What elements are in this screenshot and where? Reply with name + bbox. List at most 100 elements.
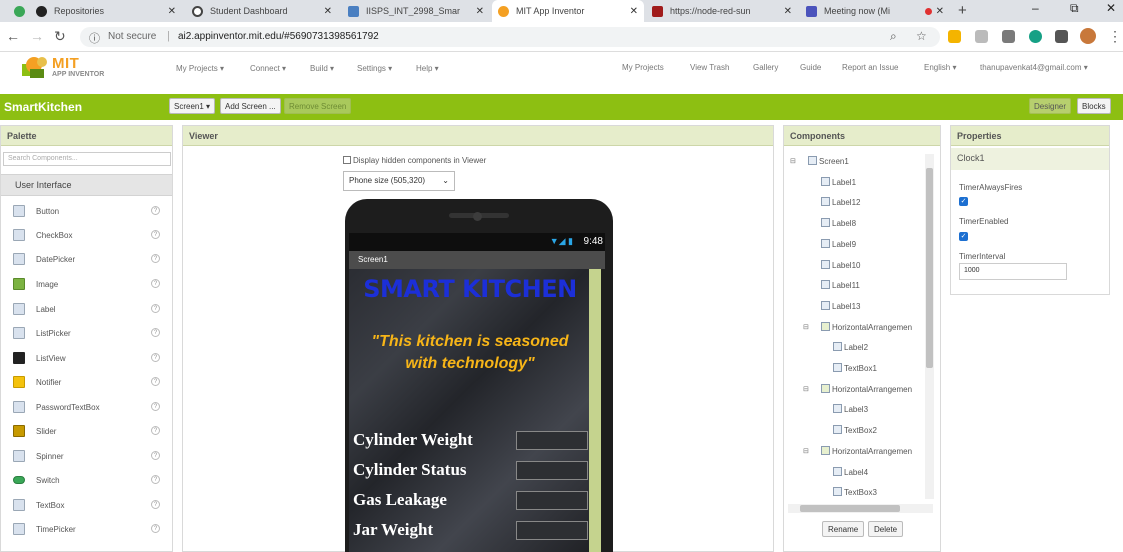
tab-mit-app-inventor[interactable]: MIT App Inventor ✕	[492, 0, 644, 22]
help-icon[interactable]: ?	[151, 328, 160, 337]
app-inventor-logo[interactable]	[20, 56, 50, 80]
timer-enabled-checkbox[interactable]: ✓	[959, 232, 968, 241]
browser-menu-icon[interactable]	[8, 0, 28, 22]
help-icon[interactable]: ?	[151, 451, 160, 460]
account-menu[interactable]: thanupavenkat4@gmail.com ▾	[980, 63, 1088, 72]
menu-settings[interactable]: Settings ▾	[357, 64, 392, 73]
tree-node[interactable]: TextBox2	[833, 425, 877, 439]
tree-node[interactable]: Label11	[821, 280, 860, 294]
help-icon[interactable]: ?	[151, 426, 160, 435]
info-icon[interactable]: ⓘ	[89, 30, 100, 46]
tab-repositories[interactable]: Repositories ✕	[30, 0, 182, 22]
tree-node[interactable]: Label2	[833, 342, 868, 356]
menu-help[interactable]: Help ▾	[416, 64, 439, 73]
close-icon[interactable]: ✕	[324, 6, 332, 17]
close-icon[interactable]: ✕	[936, 6, 944, 17]
url-text[interactable]: ai2.appinventor.mit.edu/#569073139856179…	[178, 31, 379, 42]
help-icon[interactable]: ?	[151, 206, 160, 215]
tree-node[interactable]: Label4	[833, 466, 868, 481]
tree-node[interactable]: Label1	[821, 176, 856, 191]
expand-toggle-icon[interactable]: ⊟	[803, 385, 809, 393]
extension-icon[interactable]	[948, 30, 961, 43]
tree-node[interactable]: Label13	[821, 300, 860, 315]
help-icon[interactable]: ?	[151, 254, 160, 263]
menu-my-projects[interactable]: My Projects ▾	[176, 64, 224, 73]
link-view-trash[interactable]: View Trash	[690, 63, 729, 72]
extension-icon[interactable]	[1002, 30, 1015, 43]
phone-size-select[interactable]: Phone size (505,320) ⌄	[343, 171, 455, 191]
help-icon[interactable]: ?	[151, 353, 160, 362]
category-user-interface[interactable]: User Interface	[1, 174, 172, 196]
slogan-label[interactable]: "This kitchen is seasoned with technolog…	[357, 331, 583, 375]
scroll-thumb[interactable]	[926, 168, 933, 368]
value-textbox[interactable]	[516, 461, 588, 480]
row-cylinder-status[interactable]: Cylinder Status	[353, 459, 589, 483]
menu-build[interactable]: Build ▾	[310, 64, 334, 73]
tree-node[interactable]: HorizontalArrangemen	[821, 445, 912, 460]
close-icon[interactable]: ✕	[784, 6, 792, 17]
value-textbox[interactable]	[516, 521, 588, 540]
tree-node[interactable]: Label3	[833, 404, 868, 418]
star-icon[interactable]: ☆	[916, 29, 927, 43]
close-icon[interactable]: ✕	[476, 6, 484, 17]
tree-node[interactable]: Label10	[821, 259, 860, 274]
close-icon[interactable]: ✕	[168, 6, 176, 17]
palette-item-textbox[interactable]: TextBox?	[1, 494, 172, 518]
tree-node[interactable]: Screen1	[808, 156, 849, 170]
close-window-button[interactable]: ✕	[1106, 1, 1116, 15]
help-icon[interactable]: ?	[151, 377, 160, 386]
link-gallery[interactable]: Gallery	[753, 63, 778, 72]
checkbox-icon[interactable]	[343, 156, 351, 164]
tree-node[interactable]: TextBox1	[833, 363, 877, 377]
tab-iisps[interactable]: IISPS_INT_2998_Smar ✕	[342, 0, 490, 22]
help-icon[interactable]: ?	[151, 304, 160, 313]
delete-button[interactable]: Delete	[868, 521, 904, 537]
scroll-thumb[interactable]	[800, 505, 900, 512]
extension-icon[interactable]	[1029, 30, 1042, 43]
tab-meeting[interactable]: Meeting now (Mi ✕	[800, 0, 950, 22]
tree-node[interactable]: TextBox3	[833, 487, 877, 498]
palette-item-datepicker[interactable]: DatePicker?	[1, 248, 172, 272]
new-tab-button[interactable]: +	[958, 2, 967, 19]
expand-toggle-icon[interactable]: ⊟	[803, 447, 809, 455]
help-icon[interactable]: ?	[151, 402, 160, 411]
extension-icon[interactable]	[975, 30, 988, 43]
link-guide[interactable]: Guide	[800, 63, 821, 72]
palette-item-spinner[interactable]: Spinner?	[1, 445, 172, 469]
palette-item-slider[interactable]: Slider?	[1, 420, 172, 444]
add-screen-button[interactable]: Add Screen ...	[220, 98, 281, 114]
tree-vertical-scrollbar[interactable]	[925, 154, 934, 499]
avatar[interactable]	[1080, 28, 1096, 44]
restore-button[interactable]: ⧉	[1070, 1, 1079, 16]
back-icon[interactable]: ←	[6, 28, 20, 44]
tab-student-dashboard[interactable]: Student Dashboard ✕	[186, 0, 338, 22]
value-textbox[interactable]	[516, 431, 588, 450]
palette-item-button[interactable]: Button?	[1, 200, 172, 224]
expand-toggle-icon[interactable]: ⊟	[803, 323, 809, 331]
screen-scrollbar[interactable]	[589, 269, 601, 552]
search-components-input[interactable]: Search Components...	[3, 152, 171, 166]
palette-item-listview[interactable]: ListView?	[1, 347, 172, 371]
palette-item-notifier[interactable]: Notifier?	[1, 371, 172, 395]
palette-item-image[interactable]: Image?	[1, 273, 172, 297]
app-screen[interactable]: SMART KITCHEN "This kitchen is seasoned …	[349, 269, 589, 552]
tree-node[interactable]: HorizontalArrangemen	[821, 383, 912, 398]
blocks-button[interactable]: Blocks	[1077, 98, 1111, 114]
puzzle-icon[interactable]	[1055, 30, 1068, 43]
palette-item-timepicker[interactable]: TimePicker?	[1, 518, 172, 542]
menu-connect[interactable]: Connect ▾	[250, 64, 286, 73]
help-icon[interactable]: ?	[151, 475, 160, 484]
language-menu[interactable]: English ▾	[924, 63, 956, 72]
tree-node[interactable]: Label9	[821, 238, 856, 253]
row-jar-weight[interactable]: Jar Weight	[353, 519, 589, 543]
palette-item-passwordtextbox[interactable]: PasswordTextBox?	[1, 396, 172, 420]
rename-button[interactable]: Rename	[822, 521, 865, 537]
palette-item-listpicker[interactable]: ListPicker?	[1, 322, 172, 346]
display-hidden-checkbox[interactable]: Display hidden components in Viewer	[343, 156, 486, 165]
help-icon[interactable]: ?	[151, 230, 160, 239]
row-cylinder-weight[interactable]: Cylinder Weight	[353, 429, 589, 453]
tree-horizontal-scrollbar[interactable]	[788, 504, 933, 513]
value-textbox[interactable]	[516, 491, 588, 510]
palette-item-label[interactable]: Label?	[1, 298, 172, 322]
reload-icon[interactable]: ↻	[54, 28, 66, 45]
